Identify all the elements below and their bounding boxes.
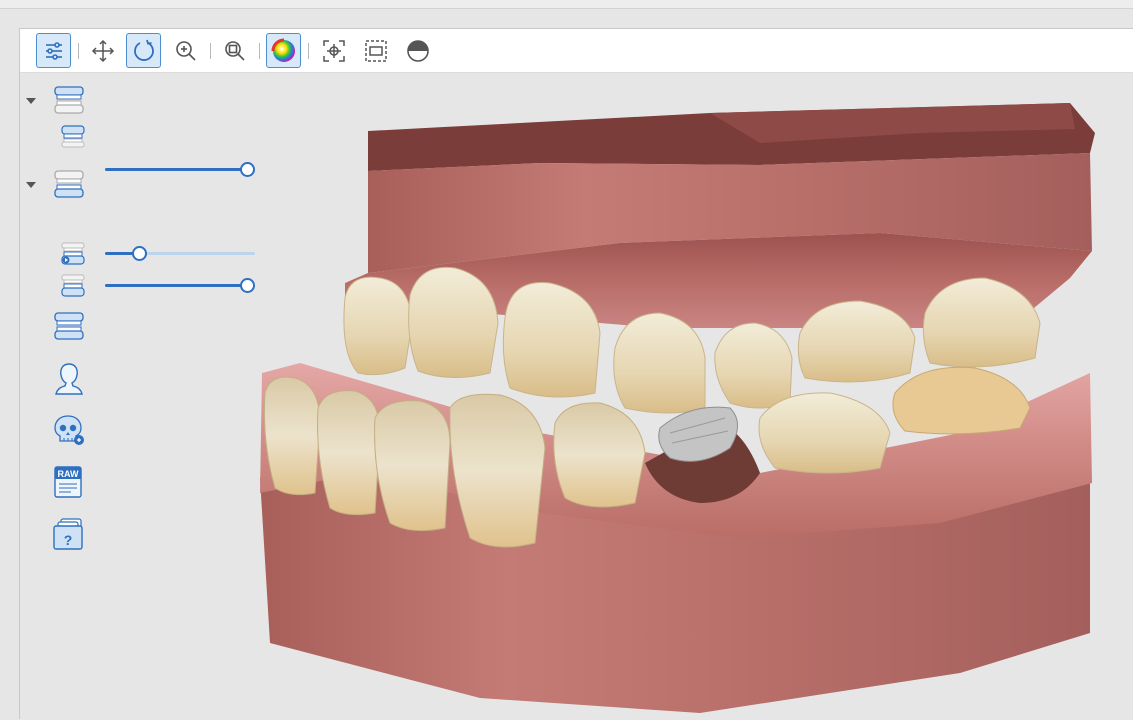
- expand-caret-icon[interactable]: [26, 98, 36, 104]
- section-box-icon: [364, 39, 387, 62]
- expand-caret-icon[interactable]: [26, 182, 36, 188]
- slider-thumb[interactable]: [132, 246, 147, 261]
- lower-jaw-icon: [61, 274, 85, 297]
- toolbar-separator: [210, 43, 211, 59]
- center-view-button[interactable]: [316, 33, 351, 68]
- skull-cbct-button[interactable]: [52, 413, 86, 447]
- full-jaws-lower-icon: [54, 170, 84, 198]
- contrast-button[interactable]: [400, 33, 435, 68]
- zoom-fit-button[interactable]: [217, 33, 252, 68]
- head-profile-icon: [55, 363, 83, 395]
- toolbar-separator: [259, 43, 260, 59]
- upper-jaw-toggle[interactable]: [52, 83, 86, 117]
- toolbar-separator: [308, 43, 309, 59]
- dental-scan-model[interactable]: [240, 73, 1133, 720]
- bite-jaws-icon: [54, 312, 84, 340]
- zoom-in-button[interactable]: [168, 33, 203, 68]
- upper-jaw-opacity-slider[interactable]: [105, 161, 255, 177]
- lower-jaw-toggle[interactable]: [52, 167, 86, 201]
- upper-jaw-layer[interactable]: [60, 123, 86, 149]
- zoom-fit-icon: [224, 40, 245, 61]
- settings-sliders-icon: [45, 41, 62, 60]
- skull-icon: [54, 415, 84, 445]
- section-box-button[interactable]: [358, 33, 393, 68]
- color-texture-icon: [271, 38, 295, 62]
- slider-fill: [105, 284, 247, 287]
- scan-viewer[interactable]: RAW ?: [19, 28, 1133, 719]
- lower-jaw-layer[interactable]: [60, 273, 86, 299]
- face-scan-button[interactable]: [54, 361, 84, 395]
- half-circle-contrast-icon: [406, 39, 429, 62]
- settings-button[interactable]: [36, 33, 71, 68]
- center-target-icon: [322, 39, 345, 62]
- raw-file-icon: RAW: [54, 466, 82, 498]
- pan-move-icon: [91, 39, 114, 62]
- raw-data-button[interactable]: RAW: [52, 465, 86, 499]
- pan-button[interactable]: [85, 33, 120, 68]
- bite-layer-button[interactable]: [52, 309, 86, 343]
- slider-fill: [105, 168, 247, 171]
- full-jaws-icon: [54, 86, 84, 114]
- toolbar-separator: [78, 43, 79, 59]
- help-button[interactable]: ?: [52, 517, 86, 551]
- help-folder-icon: ?: [53, 518, 83, 550]
- help-label: ?: [64, 532, 73, 548]
- lower-scan-icon: [61, 242, 85, 265]
- window-top-strip: [0, 0, 1133, 9]
- zoom-in-icon: [175, 40, 196, 61]
- lower-scan-opacity-slider[interactable]: [105, 245, 255, 261]
- texture-color-button[interactable]: [266, 33, 301, 68]
- lower-scan-layer[interactable]: [60, 241, 86, 267]
- lower-jaw-opacity-slider[interactable]: [105, 277, 255, 293]
- raw-label: RAW: [58, 469, 80, 479]
- viewer-toolbar: [20, 29, 1133, 73]
- upper-jaw-icon: [61, 125, 85, 148]
- rotate-icon: [133, 39, 154, 61]
- rotate-button[interactable]: [126, 33, 161, 68]
